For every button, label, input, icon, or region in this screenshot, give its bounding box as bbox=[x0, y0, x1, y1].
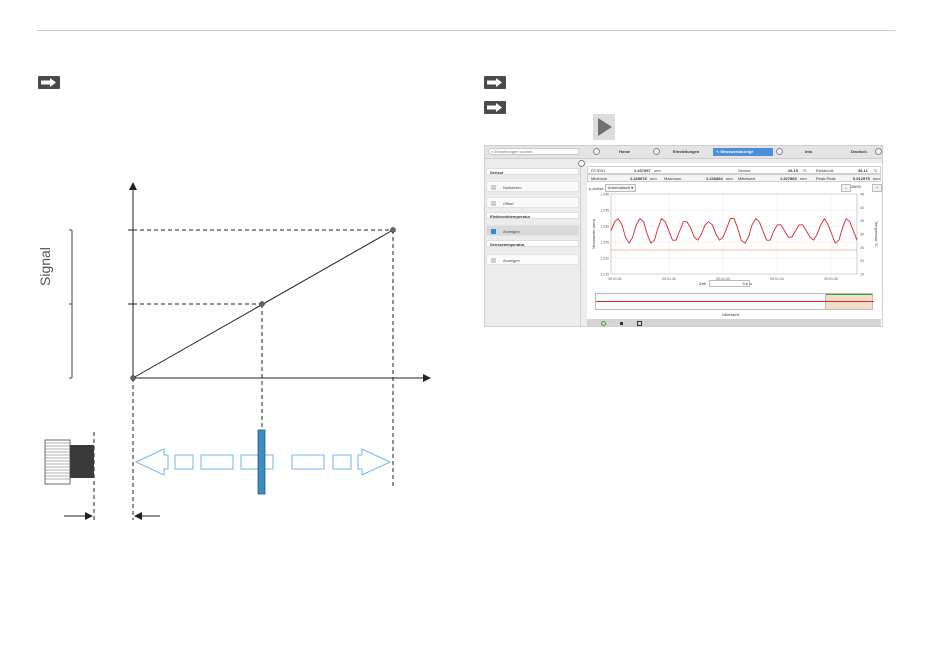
software-screenshot: ⌕ Einstellungen suchen Home Einstellunge… bbox=[484, 145, 883, 327]
right-arrow-icon bbox=[484, 76, 506, 89]
x-tick-label: 00:01:32 bbox=[662, 277, 676, 281]
play-icon[interactable] bbox=[593, 114, 615, 140]
peak-peak-label: Peak-Peak bbox=[816, 176, 836, 181]
y-tick-label: 1.240 bbox=[600, 193, 609, 197]
time-input[interactable]: 9,6 bbox=[709, 280, 750, 287]
top-navigation: ⌕ Einstellungen suchen Home Einstellunge… bbox=[485, 146, 882, 159]
y-tick-label: 1.220 bbox=[600, 257, 609, 261]
save-icon[interactable] bbox=[637, 321, 642, 326]
mean-label: Mittelwert bbox=[738, 176, 756, 181]
y-tick-label: 1.216 bbox=[600, 273, 609, 277]
show-electronics-checkbox[interactable] bbox=[491, 229, 496, 234]
x-tick-label: 00:01:34 bbox=[770, 277, 784, 281]
close-panel-icon[interactable] bbox=[578, 160, 585, 167]
nav-measurement-button[interactable]: ∿ Messwertanzeige bbox=[713, 148, 773, 156]
peak-peak-unit: mm bbox=[873, 176, 880, 181]
signal-axis-label: Signal bbox=[37, 247, 53, 286]
values-row-statistics: Minimum 1.229678 mm Maximum 1.236884 mm … bbox=[587, 174, 881, 182]
min-label: Minimum bbox=[591, 176, 608, 181]
show-electronics-temp[interactable]: Anzeigen bbox=[486, 225, 579, 236]
recording-toolbar bbox=[587, 319, 881, 326]
max-value: 1.236884 bbox=[706, 176, 723, 181]
search-input[interactable]: ⌕ Einstellungen suchen bbox=[488, 148, 580, 155]
overview-label: Übersicht bbox=[722, 312, 739, 317]
min-unit: mm bbox=[650, 176, 657, 181]
show-sensor-checkbox[interactable] bbox=[491, 258, 496, 263]
y-tick-label: 1.235 bbox=[600, 209, 609, 213]
y2-tick-label: 15 bbox=[860, 273, 864, 277]
current-unit: mm bbox=[654, 168, 661, 173]
y2-tick-label: 40 bbox=[860, 206, 864, 210]
data-point bbox=[130, 375, 136, 381]
overview-signal-line bbox=[596, 301, 874, 302]
y2-tick-label: 25 bbox=[860, 246, 864, 250]
sidebar-heading-sensor: Sensor bbox=[486, 168, 579, 175]
nav-home-button[interactable]: Home bbox=[619, 148, 630, 156]
time-unit: s bbox=[750, 281, 752, 286]
language-select[interactable]: Deutsch bbox=[851, 148, 867, 156]
y2-tick-label: 20 bbox=[860, 259, 864, 263]
nav-info-button[interactable]: Info bbox=[805, 148, 812, 156]
y-tick-label: 1.230 bbox=[600, 225, 609, 229]
sensor-temp-unit: °C bbox=[802, 168, 807, 173]
max-unit: mm bbox=[726, 176, 733, 181]
record-icon[interactable] bbox=[601, 321, 606, 326]
y-tick-label: 1.225 bbox=[600, 241, 609, 245]
sidebar: Sensor Nullsetzen Offset Elektroniktempe… bbox=[485, 160, 585, 326]
sidebar-heading-sensor-temp: Sensortemperatur bbox=[486, 240, 579, 247]
search-icon: ⌕ bbox=[491, 149, 494, 154]
min-value: 1.229678 bbox=[630, 176, 647, 181]
settings-icon[interactable] bbox=[653, 148, 660, 155]
zero-button[interactable]: Nullsetzen bbox=[486, 181, 579, 192]
show-sensor-temp[interactable]: Anzeigen bbox=[486, 254, 579, 265]
current-value: 1.237997 bbox=[634, 168, 651, 173]
plot-area bbox=[610, 193, 858, 275]
offset-button[interactable]: Offset bbox=[486, 197, 579, 208]
x-tick-label: 00:01:35 bbox=[824, 277, 838, 281]
data-point bbox=[259, 301, 265, 307]
info-icon[interactable] bbox=[776, 148, 783, 155]
x-tick-label: 00:01:31 bbox=[608, 277, 622, 281]
y2-tick-label: 30 bbox=[860, 233, 864, 237]
y2-tick-label: 35 bbox=[860, 219, 864, 223]
right-arrow-icon bbox=[484, 101, 506, 114]
data-point bbox=[390, 227, 396, 233]
device-name: DT3001 bbox=[591, 168, 606, 173]
nav-settings-button[interactable]: Einstellungen bbox=[673, 148, 699, 156]
signal-range-bracket bbox=[69, 229, 73, 379]
electronics-temp-unit: °C bbox=[873, 168, 878, 173]
y2-tick-label: 45 bbox=[860, 193, 864, 197]
measurement-view: DT3001 1.237997 mm Sensor 26.19 °C Elekt… bbox=[587, 163, 882, 326]
search-placeholder: Einstellungen suchen bbox=[494, 149, 533, 154]
max-label: Maximum bbox=[664, 176, 682, 181]
y-axis-title: Messwerte (mm) bbox=[591, 218, 596, 248]
offset-checkbox[interactable] bbox=[491, 201, 496, 206]
mean-unit: mm bbox=[800, 176, 807, 181]
time-label: Zeit bbox=[699, 281, 706, 286]
measurement-principle-diagram: Signal bbox=[37, 182, 431, 520]
mean-value: 1.227869 bbox=[780, 176, 797, 181]
home-icon[interactable] bbox=[593, 148, 600, 155]
sensor-label: Sensor bbox=[738, 168, 751, 173]
sensor-temperature: 26.19 bbox=[788, 168, 799, 173]
y2-axis-title: Temperatur °C bbox=[874, 221, 879, 247]
electronics-temperature: 36.11 bbox=[858, 168, 868, 173]
sensor-icon bbox=[44, 439, 94, 485]
electronics-label: Elektronik bbox=[816, 168, 834, 173]
power-icon[interactable] bbox=[875, 148, 882, 155]
zero-checkbox[interactable] bbox=[491, 185, 496, 190]
stop-icon[interactable] bbox=[620, 322, 623, 325]
overview-strip[interactable] bbox=[595, 293, 874, 310]
values-row-current: DT3001 1.237997 mm Sensor 26.19 °C Elekt… bbox=[587, 166, 881, 174]
sidebar-heading-electronics: Elektroniktemperatur bbox=[486, 212, 579, 219]
peak-peak-value: 0.012975 bbox=[853, 176, 870, 181]
target-plate bbox=[257, 429, 266, 495]
overview-range-line bbox=[826, 294, 872, 295]
